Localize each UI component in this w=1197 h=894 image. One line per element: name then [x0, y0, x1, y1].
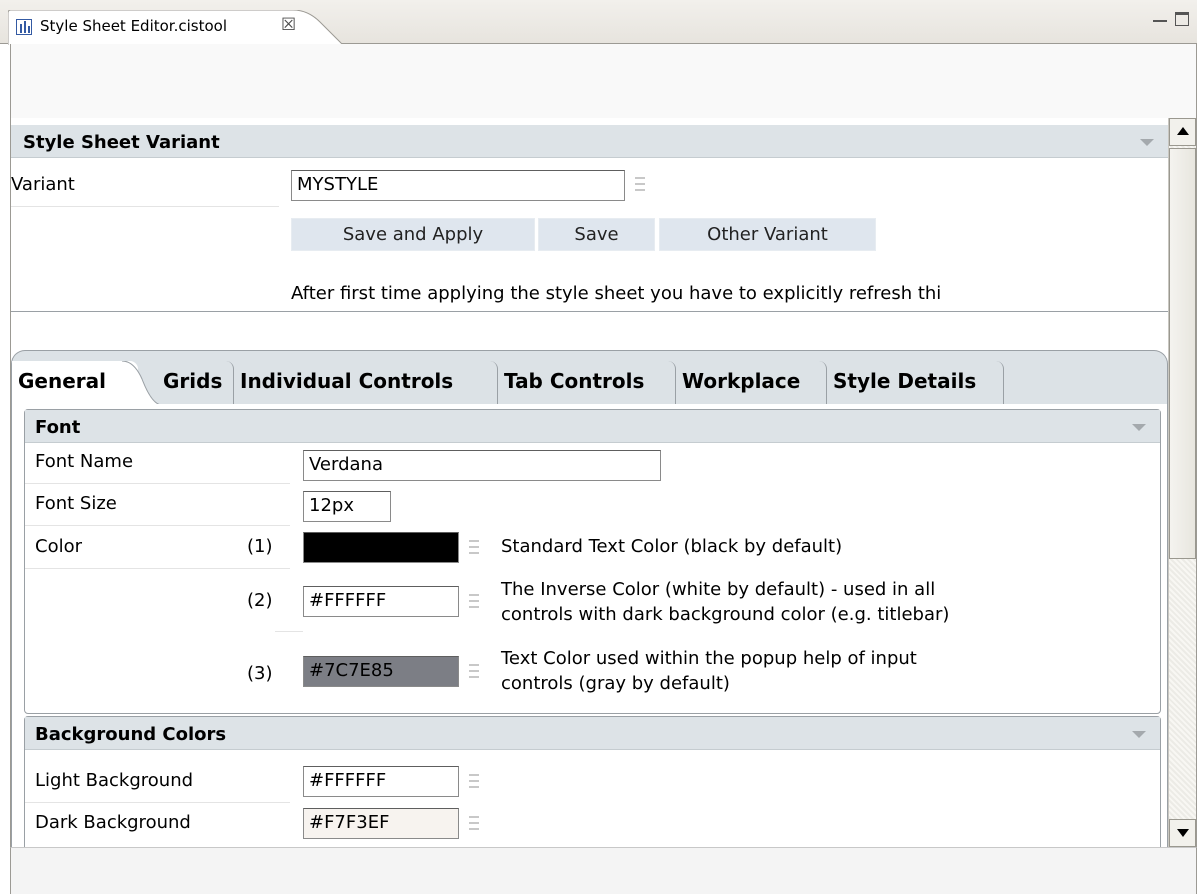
light-background-input[interactable]: #FFFFFF — [303, 766, 459, 797]
tab-style-details[interactable]: Style Details — [827, 361, 1004, 405]
tab-tab-controls[interactable]: Tab Controls — [498, 361, 676, 405]
other-variant-button[interactable]: Other Variant — [659, 218, 876, 251]
variant-input[interactable]: MYSTYLE — [291, 170, 625, 201]
color-index-2: (2) — [247, 590, 273, 611]
save-and-apply-button[interactable]: Save and Apply — [291, 218, 535, 251]
collapse-icon[interactable] — [1132, 424, 1146, 431]
row-divider — [275, 631, 303, 632]
value-help-icon[interactable] — [469, 664, 479, 682]
row-divider — [25, 802, 290, 803]
tab-general-edge — [122, 361, 162, 405]
value-help-icon[interactable] — [469, 816, 479, 834]
stylesheet-icon — [16, 19, 32, 35]
inverse-color-input[interactable]: #FFFFFF — [303, 586, 459, 617]
variant-section-header[interactable]: Style Sheet Variant — [11, 125, 1168, 158]
save-button[interactable]: Save — [538, 218, 655, 251]
value-help-icon[interactable] — [469, 540, 479, 558]
editor-tab-title: Style Sheet Editor.cistool — [40, 17, 227, 35]
minimize-icon[interactable] — [1153, 14, 1167, 22]
text-color-input[interactable] — [303, 532, 459, 563]
background-colors-title: Background Colors — [35, 724, 227, 745]
close-icon[interactable]: ☒ — [281, 15, 296, 35]
font-group-title: Font — [35, 417, 81, 438]
font-group: Font Font Name Verdana Font Size 12px Co… — [24, 409, 1161, 714]
font-name-input[interactable]: Verdana — [303, 450, 661, 481]
light-background-label: Light Background — [35, 770, 194, 791]
maximize-icon[interactable] — [1175, 12, 1189, 26]
row-divider — [25, 568, 290, 569]
text-color-description: Standard Text Color (black by default) — [501, 536, 843, 557]
tab-general[interactable]: General — [12, 361, 138, 405]
color-index-1: (1) — [247, 536, 273, 557]
row-divider — [25, 525, 290, 526]
scrollbar-thumb[interactable] — [1169, 148, 1196, 559]
inverse-color-description-line1: The Inverse Color (white by default) - u… — [501, 579, 936, 600]
font-name-label: Font Name — [35, 451, 134, 472]
color-index-3: (3) — [247, 663, 273, 684]
collapse-icon[interactable] — [1132, 731, 1146, 738]
value-help-icon[interactable] — [469, 594, 479, 612]
view-controls — [1153, 12, 1189, 26]
vertical-scrollbar[interactable] — [1168, 118, 1196, 847]
help-text-color-description-line2: controls (gray by default) — [501, 673, 730, 694]
variant-label: Variant — [11, 174, 75, 195]
tab-grids[interactable]: Grids — [157, 361, 234, 405]
help-text-color-description-line1: Text Color used within the popup help of… — [501, 648, 917, 669]
background-colors-header[interactable]: Background Colors — [25, 717, 1160, 750]
value-help-icon[interactable] — [635, 177, 645, 195]
font-size-label: Font Size — [35, 493, 117, 514]
tab-individual-controls[interactable]: Individual Controls — [234, 361, 498, 405]
editor-toolbar-area — [10, 44, 1197, 118]
row-divider — [25, 483, 290, 484]
help-text-color-input[interactable]: #7C7E85 — [303, 656, 459, 687]
background-colors-group: Background Colors Light Background #FFFF… — [24, 716, 1161, 847]
tab-workplace[interactable]: Workplace — [676, 361, 827, 405]
font-group-header[interactable]: Font — [25, 410, 1160, 443]
editor-content: Style Sheet Variant Variant MYSTYLE Save… — [11, 118, 1168, 847]
row-divider — [11, 206, 279, 207]
editor-tab-strip: Style Sheet Editor.cistool ☒ — [0, 0, 1197, 45]
editor-tab[interactable]: Style Sheet Editor.cistool ☒ — [8, 10, 348, 45]
value-help-icon[interactable] — [469, 774, 479, 792]
scroll-down-arrow-icon[interactable] — [1169, 819, 1196, 847]
color-label: Color — [35, 536, 82, 557]
editor-status-area — [10, 847, 1197, 894]
scroll-up-arrow-icon[interactable] — [1169, 118, 1196, 146]
collapse-icon[interactable] — [1140, 139, 1154, 146]
inverse-color-description-line2: controls with dark background color (e.g… — [501, 604, 950, 625]
dark-background-label: Dark Background — [35, 812, 191, 833]
tab-panel-general: Font Font Name Verdana Font Size 12px Co… — [11, 404, 1168, 847]
refresh-hint: After first time applying the style shee… — [291, 283, 942, 304]
variant-section-title: Style Sheet Variant — [23, 132, 220, 153]
dark-background-input[interactable]: #F7F3EF — [303, 808, 459, 839]
section-divider — [11, 311, 1168, 312]
tab-strip: General Grids Individual Controls Tab Co… — [11, 350, 1168, 405]
font-size-input[interactable]: 12px — [303, 491, 391, 522]
